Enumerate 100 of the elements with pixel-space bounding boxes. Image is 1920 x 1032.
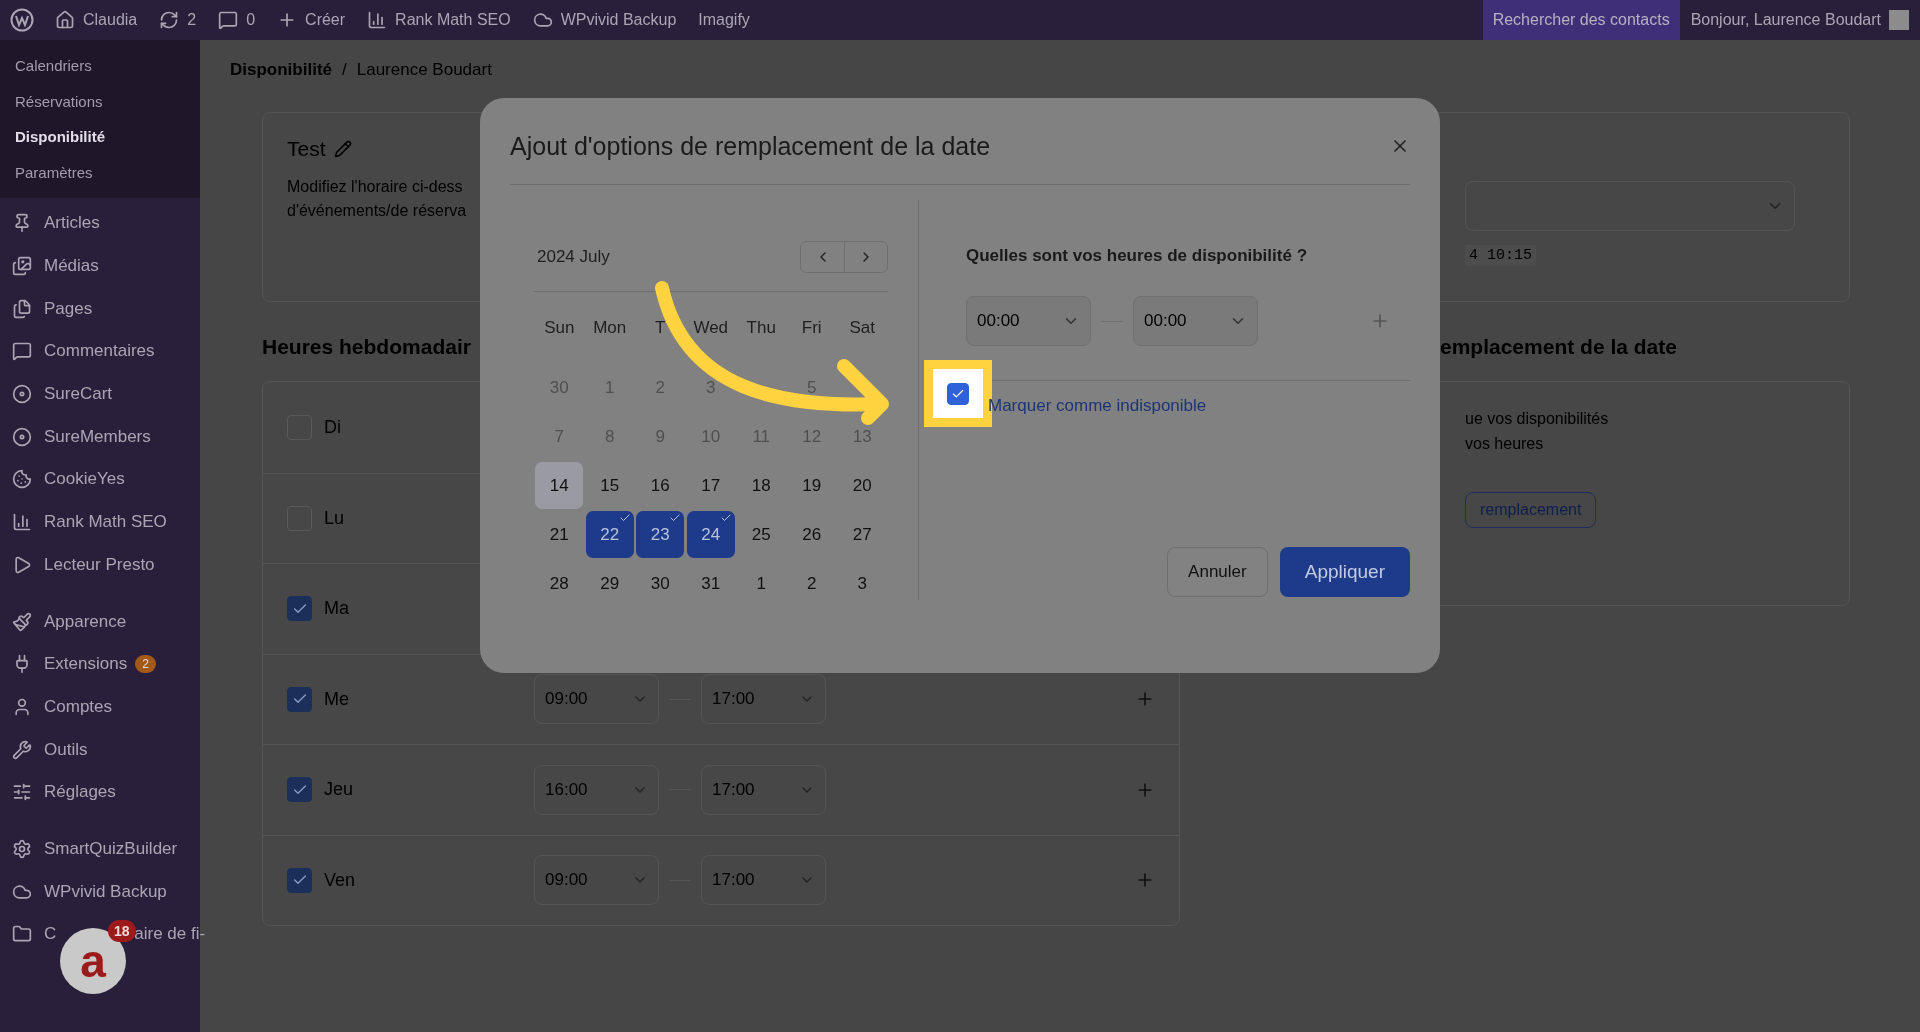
submenu-item[interactable]: Réservations — [0, 83, 200, 119]
site-link[interactable]: Claudia — [44, 0, 149, 40]
calendar-day[interactable]: 27 — [838, 511, 887, 558]
folder-icon — [12, 924, 32, 945]
menu-item[interactable]: C — [44, 924, 57, 945]
speech-bubble-icon — [12, 341, 32, 362]
images-icon — [12, 256, 32, 277]
dropdown-field[interactable] — [1465, 181, 1795, 231]
menu-item[interactable]: Médias — [0, 244, 200, 288]
create-link[interactable]: Créer — [266, 0, 357, 40]
menu-item[interactable]: Extensions 2 — [0, 642, 200, 686]
menu-item[interactable]: CookieYes — [0, 458, 200, 501]
submenu-item[interactable]: Calendriers — [0, 48, 200, 84]
breadcrumb-item: Laurence Boudart — [356, 60, 492, 80]
menu-item[interactable]: Rank Math SEO — [0, 500, 200, 544]
calendar-day[interactable]: 24 — [686, 511, 735, 558]
calendar-day[interactable]: 28 — [535, 560, 584, 607]
bar-chart-icon — [367, 10, 388, 30]
day-label: Jeu — [324, 779, 355, 801]
search-contacts-link[interactable]: Rechercher des contacts — [1482, 0, 1680, 40]
cancel-button[interactable]: Annuler — [1167, 547, 1268, 597]
notification-badge: 18 — [108, 920, 136, 942]
menu-item[interactable]: Pages — [0, 287, 200, 331]
calendar-day[interactable]: 20 — [838, 462, 887, 509]
breadcrumb-separator: / — [342, 60, 347, 80]
calendar-day[interactable]: 29 — [585, 560, 634, 607]
day-checkbox[interactable] — [287, 777, 312, 803]
calendar-day[interactable]: 26 — [787, 511, 836, 558]
description-text: vos heures — [1465, 434, 1544, 454]
day-label: Di — [324, 416, 342, 438]
sliders-icon — [12, 782, 32, 803]
pages-icon — [12, 298, 32, 319]
section-heading: Heures hebdomadair — [262, 335, 471, 359]
menu-item[interactable]: Outils — [0, 728, 200, 771]
menu-item[interactable]: SmartQuizBuilder — [0, 827, 200, 871]
calendar-day[interactable]: 31 — [686, 560, 735, 607]
start-time-select[interactable]: 00:00 — [966, 296, 1091, 346]
edit-icon[interactable] — [333, 140, 352, 158]
bar-chart-icon — [12, 512, 32, 533]
calendar-day[interactable]: 21 — [535, 511, 584, 558]
calendar-day[interactable]: 30 — [636, 560, 685, 607]
calendar-day[interactable]: 18 — [737, 462, 786, 509]
calendar-day[interactable]: 25 — [737, 511, 786, 558]
wrench-icon — [12, 739, 32, 760]
dialog-title: Ajout d'options de remplacement de la date — [510, 131, 991, 161]
menu-item[interactable]: Commentaires — [0, 330, 200, 373]
submenu-item[interactable]: Disponibilité — [0, 119, 200, 155]
menu-item[interactable]: Articles — [0, 202, 200, 245]
calendar-day[interactable]: 23 — [636, 511, 685, 558]
description-text: Modifiez l'horaire ci-dess — [287, 177, 463, 197]
check-icon — [618, 512, 631, 524]
toolbar-link[interactable]: Rank Math SEO — [356, 0, 522, 40]
toolbar-link[interactable]: WPvivid Backup — [521, 0, 688, 40]
calendar-day[interactable]: 2 — [787, 560, 836, 607]
weekday-label: Mon — [593, 317, 627, 339]
menu-item[interactable]: Comptes — [0, 685, 200, 729]
calendar-day[interactable]: 3 — [838, 560, 887, 607]
account-link[interactable]: Bonjour, Laurence Boudart — [1679, 0, 1920, 40]
calendar-day[interactable]: 22 — [585, 511, 634, 558]
menu-item[interactable]: WPvivid Backup — [0, 870, 200, 913]
disc-icon — [12, 384, 32, 405]
question-text: Quelles sont vos heures de disponibilité ? — [966, 246, 1308, 266]
weekday-label: Sat — [849, 317, 875, 339]
updates-link[interactable]: 2 — [148, 0, 208, 40]
calendar-day[interactable]: 19 — [787, 462, 836, 509]
refresh-icon — [159, 10, 180, 30]
menu-item[interactable]: Lecteur Presto — [0, 543, 200, 587]
day-label: Ma — [324, 598, 350, 620]
calendar-day[interactable]: 16 — [636, 462, 685, 509]
home-icon — [55, 10, 75, 30]
weekday-label: T — [655, 317, 666, 339]
day-checkbox[interactable] — [287, 596, 312, 622]
play-icon — [12, 554, 32, 575]
day-checkbox[interactable] — [287, 867, 312, 893]
toolbar-link[interactable]: Imagify — [687, 0, 761, 40]
calendar-day[interactable]: 15 — [585, 462, 634, 509]
avatar-icon — [1889, 10, 1909, 30]
apply-button[interactable]: Appliquer — [1279, 547, 1410, 597]
comments-link[interactable]: 0 — [207, 0, 267, 40]
calendar-day[interactable]: 14 — [535, 462, 584, 509]
weekday-label: Fri — [801, 317, 822, 339]
weekday-label: Sun — [544, 317, 575, 339]
menu-item[interactable]: Réglages — [0, 770, 200, 814]
menu-item[interactable]: SureMembers — [0, 415, 200, 459]
timestamp-text: 4 10:15 — [1465, 245, 1536, 266]
day-label: Ven — [324, 869, 357, 891]
checkbox[interactable] — [947, 382, 969, 405]
menu-item[interactable]: Apparence — [0, 600, 200, 643]
day-checkbox[interactable] — [287, 686, 312, 712]
weekday-label: Thu — [746, 317, 776, 339]
submenu-item[interactable]: Paramètres — [0, 154, 200, 190]
check-icon — [669, 512, 682, 524]
user-icon — [12, 696, 32, 717]
menu-item[interactable]: SureCart — [0, 372, 200, 416]
end-time-select[interactable]: 00:00 — [1133, 296, 1258, 346]
menu-item[interactable]: aire de fi- — [134, 924, 206, 945]
speech-bubble-icon — [218, 10, 239, 30]
month-label: 2024 July — [537, 247, 610, 267]
calendar-day[interactable]: 1 — [737, 560, 786, 607]
calendar-day[interactable]: 17 — [686, 462, 735, 509]
